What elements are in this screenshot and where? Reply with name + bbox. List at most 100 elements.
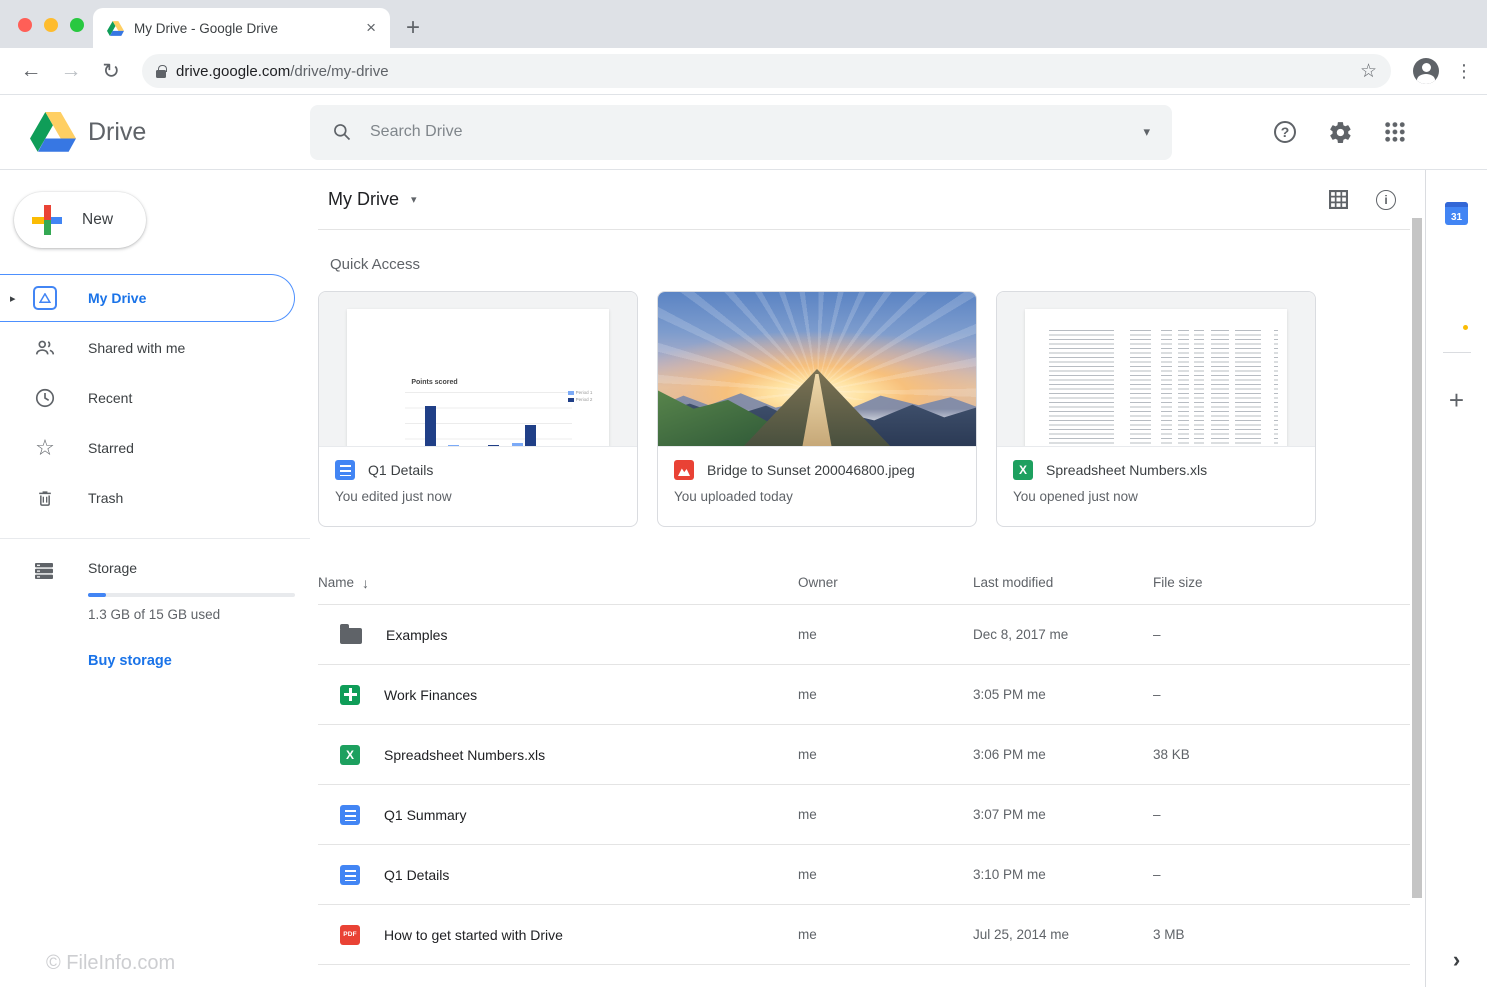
info-icon[interactable]: i xyxy=(1376,189,1396,210)
new-button[interactable]: New xyxy=(14,192,146,248)
spreadsheet-thumbnail xyxy=(997,292,1315,447)
main-header: My Drive ▾ i xyxy=(318,170,1410,230)
storage-progress-bar xyxy=(88,593,295,597)
new-button-label: New xyxy=(82,211,114,228)
column-header-owner[interactable]: Owner xyxy=(798,575,973,590)
table-row-how-to-get-started[interactable]: PDF How to get started with Drive me Jul … xyxy=(318,905,1410,965)
zoom-window-button[interactable] xyxy=(70,18,84,32)
rail-divider xyxy=(1442,352,1471,353)
quick-access-card-bridge-to-sunset[interactable]: Bridge to Sunset 200046800.jpeg You uplo… xyxy=(657,291,977,527)
google-calendar-icon[interactable]: 31 xyxy=(1445,202,1468,225)
drive-favicon xyxy=(107,20,124,36)
folder-title-dropdown[interactable]: My Drive ▾ xyxy=(328,189,417,210)
google-doc-icon xyxy=(335,460,355,480)
sidebar-item-shared-with-me[interactable]: Shared with me xyxy=(0,324,310,372)
browser-profile-avatar[interactable] xyxy=(1413,58,1439,84)
google-plus-icon xyxy=(32,205,62,235)
scrollbar-thumb[interactable] xyxy=(1412,218,1422,898)
sort-arrow-icon[interactable]: ↓ xyxy=(362,575,369,591)
add-addon-button[interactable]: + xyxy=(1449,385,1464,416)
browser-toolbar: ← → ↻ drive.google.com/drive/my-drive ☆ … xyxy=(0,48,1487,95)
google-doc-icon xyxy=(340,804,360,825)
google-apps-grid-icon[interactable] xyxy=(1385,122,1405,142)
file-size: 38 KB xyxy=(1153,747,1190,762)
url-domain: drive.google.com xyxy=(176,62,291,80)
url-path: /drive/my-drive xyxy=(290,62,389,80)
address-bar[interactable]: drive.google.com/drive/my-drive ☆ xyxy=(142,54,1391,88)
help-icon[interactable]: ? xyxy=(1274,121,1296,143)
main-scrollbar xyxy=(1411,170,1423,987)
collapse-panel-chevron-icon[interactable]: › xyxy=(1453,947,1460,973)
sidebar-item-my-drive[interactable]: ▸ My Drive xyxy=(0,274,295,322)
clock-icon xyxy=(32,387,58,409)
table-row-examples[interactable]: Examples me Dec 8, 2017 me – xyxy=(318,605,1410,665)
bookmark-star-icon[interactable]: ☆ xyxy=(1360,60,1377,83)
file-modified: 3:05 PM me xyxy=(973,687,1046,702)
forward-button[interactable]: → xyxy=(54,59,88,83)
google-doc-icon xyxy=(340,864,360,885)
table-row-work-finances[interactable]: Work Finances me 3:05 PM me – xyxy=(318,665,1410,725)
sidebar-item-trash[interactable]: Trash xyxy=(0,474,310,522)
sidebar-item-label: Starred xyxy=(88,440,134,456)
file-owner: me xyxy=(798,747,817,762)
storage-icon xyxy=(32,559,56,583)
drive-brand[interactable]: Drive xyxy=(0,112,310,152)
browser-tab[interactable]: My Drive - Google Drive × xyxy=(93,8,390,48)
file-modified: Jul 25, 2014 me xyxy=(973,927,1070,942)
header-actions: ? xyxy=(1172,120,1487,145)
browser-window: My Drive - Google Drive × + ← → ↻ drive.… xyxy=(0,0,1487,987)
mini-chart-legend: Period 1 Period 2 xyxy=(567,390,592,404)
left-sidebar: New ▸ My Drive Shared with me Recent ☆ S… xyxy=(0,170,310,987)
sidebar-nav: ▸ My Drive Shared with me Recent ☆ Starr… xyxy=(0,274,310,522)
column-header-last-modified[interactable]: Last modified xyxy=(973,575,1153,590)
file-name: Examples xyxy=(386,626,448,643)
back-button[interactable]: ← xyxy=(14,59,48,83)
search-bar[interactable]: ▾ xyxy=(310,104,1172,160)
browser-menu-icon[interactable]: ⋮ xyxy=(1455,61,1473,82)
watermark: © FileInfo.com xyxy=(46,952,176,974)
drive-logo xyxy=(30,112,76,152)
file-owner: me xyxy=(798,867,817,882)
table-row-spreadsheet-numbers[interactable]: X Spreadsheet Numbers.xls me 3:06 PM me 3… xyxy=(318,725,1410,785)
file-owner: me xyxy=(798,807,817,822)
sidebar-item-starred[interactable]: ☆ Starred xyxy=(0,424,310,472)
table-row-q1-summary[interactable]: Q1 Summary me 3:07 PM me – xyxy=(318,785,1410,845)
mini-chart-title: Points scored xyxy=(411,379,458,387)
sidebar-item-recent[interactable]: Recent xyxy=(0,374,310,422)
doc-chart-thumbnail: Points scored Period 1 Period 2 xyxy=(319,292,637,447)
sidebar-item-label: Trash xyxy=(88,490,124,506)
google-sheet-icon xyxy=(340,684,360,705)
search-input[interactable] xyxy=(370,123,1126,141)
sidebar-item-label: Shared with me xyxy=(88,340,186,356)
minimize-window-button[interactable] xyxy=(44,18,58,32)
card-file-name: Spreadsheet Numbers.xls xyxy=(1046,462,1208,478)
column-header-file-size[interactable]: File size xyxy=(1153,575,1398,590)
quick-access-cards: Points scored Period 1 Period 2 Q1 Detai… xyxy=(318,291,1410,527)
table-row-q1-details[interactable]: Q1 Details me 3:10 PM me – xyxy=(318,845,1410,905)
file-size: – xyxy=(1153,627,1161,642)
file-name: Spreadsheet Numbers.xls xyxy=(384,746,546,763)
file-modified: 3:10 PM me xyxy=(973,867,1046,882)
settings-gear-icon[interactable] xyxy=(1328,120,1353,145)
quick-access-label: Quick Access xyxy=(330,256,421,273)
file-size: – xyxy=(1153,867,1161,882)
sidebar-item-label: Recent xyxy=(88,390,133,406)
search-options-caret-icon[interactable]: ▾ xyxy=(1143,124,1150,140)
new-tab-button[interactable]: + xyxy=(406,16,420,40)
reload-button[interactable]: ↻ xyxy=(94,59,128,84)
file-size: – xyxy=(1153,807,1161,822)
grid-view-toggle-icon[interactable] xyxy=(1329,190,1348,209)
quick-access-card-spreadsheet-numbers[interactable]: X Spreadsheet Numbers.xls You opened jus… xyxy=(996,291,1316,527)
storage-usage-text: 1.3 GB of 15 GB used xyxy=(88,607,221,622)
close-window-button[interactable] xyxy=(18,18,32,32)
buy-storage-button[interactable]: Buy storage xyxy=(88,653,172,669)
quick-access-card-q1-details[interactable]: Points scored Period 1 Period 2 Q1 Detai… xyxy=(318,291,638,527)
column-header-name[interactable]: Name xyxy=(318,575,354,590)
card-status: You opened just now xyxy=(1013,489,1138,504)
close-tab-icon[interactable]: × xyxy=(366,18,376,38)
file-modified: 3:07 PM me xyxy=(973,807,1046,822)
expand-caret-icon[interactable]: ▸ xyxy=(10,292,16,305)
right-sidebar: 31 + › xyxy=(1425,170,1487,987)
main-content: My Drive ▾ i Quick Access Points scored … xyxy=(310,170,1410,987)
file-table-header: Name ↓ Owner Last modified File size xyxy=(318,561,1410,605)
